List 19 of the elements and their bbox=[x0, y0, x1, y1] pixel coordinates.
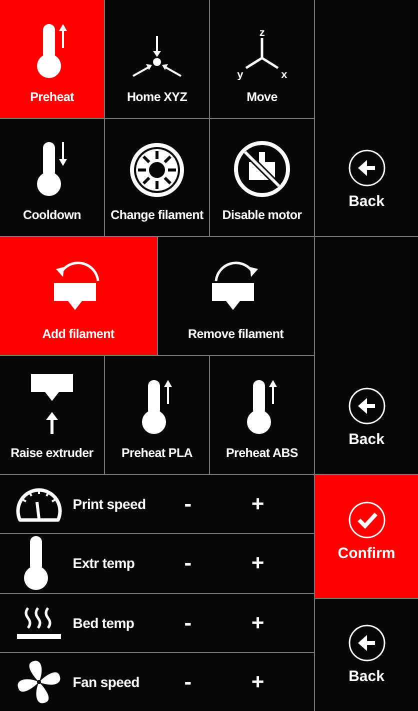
confirm-button[interactable]: Confirm bbox=[315, 475, 418, 598]
increase-button[interactable]: + bbox=[202, 668, 314, 695]
decrease-button[interactable]: - bbox=[174, 550, 202, 576]
checkmark-icon bbox=[348, 500, 386, 538]
increase-button[interactable]: + bbox=[202, 550, 314, 576]
setting-label: Extr temp bbox=[72, 555, 136, 572]
decrease-button[interactable]: - bbox=[174, 491, 202, 518]
setting-label: Bed temp bbox=[72, 614, 136, 631]
decrease-button[interactable]: - bbox=[174, 610, 202, 636]
menu-tile[interactable]: Preheat bbox=[0, 0, 105, 118]
setting-label: Fan speed bbox=[72, 674, 140, 690]
menu-tile[interactable]: Add filament bbox=[0, 237, 158, 355]
spool-icon bbox=[129, 142, 185, 198]
setting-label: Print speed bbox=[72, 496, 147, 512]
fan-icon bbox=[16, 658, 62, 705]
increase-button[interactable]: + bbox=[202, 610, 314, 636]
motor-disabled-icon bbox=[233, 140, 291, 198]
decrease-button[interactable]: - bbox=[174, 668, 202, 695]
increase-button[interactable]: + bbox=[202, 491, 314, 518]
